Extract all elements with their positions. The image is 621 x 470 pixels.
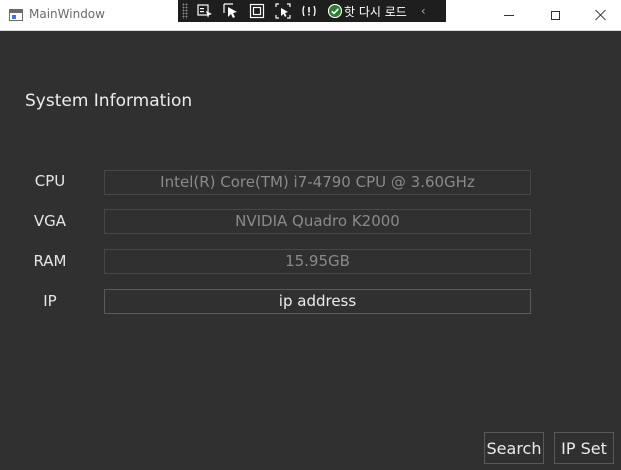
hot-reload-label: 핫 다시 로드 (344, 4, 407, 19)
layout-adorner-button[interactable] (246, 2, 268, 20)
track-focus-button[interactable] (272, 2, 294, 20)
binding-failures-button[interactable] (298, 2, 320, 20)
pointer-select-button[interactable] (220, 2, 242, 20)
minimize-icon (504, 14, 514, 16)
minimize-button[interactable] (486, 0, 532, 30)
ip-set-button[interactable]: IP Set (554, 432, 614, 464)
cpu-value-field: Intel(R) Core(TM) i7-4790 CPU @ 3.60GHz (104, 170, 531, 195)
pointer-select-icon (223, 3, 237, 18)
ip-address-field[interactable]: ip address (104, 289, 531, 314)
hot-reload-check-icon (328, 4, 342, 18)
select-visual-button[interactable] (194, 2, 216, 20)
collapse-chevron-icon[interactable]: ‹ (421, 4, 426, 18)
vga-label: VGA (33, 212, 67, 230)
track-focus-icon (275, 3, 291, 19)
app-window-icon (9, 9, 23, 21)
vga-value-field: NVIDIA Quadro K2000 (104, 209, 531, 234)
toolbar-grip[interactable] (182, 3, 188, 19)
binding-failures-icon (302, 5, 316, 17)
cpu-label: CPU (34, 172, 66, 190)
maximize-button[interactable] (532, 0, 578, 30)
ip-label: IP (43, 292, 57, 310)
close-icon (595, 9, 607, 21)
close-button[interactable] (578, 0, 621, 30)
maximize-icon (550, 10, 560, 20)
select-visual-icon (197, 4, 212, 18)
window-title: MainWindow (29, 7, 105, 21)
debug-toolbar: 핫 다시 로드 ‹ (178, 0, 446, 22)
ram-label: RAM (33, 252, 67, 270)
main-window: MainWindow 핫 다시 로드 ‹ System Information … (0, 0, 621, 470)
page-title: System Information (25, 91, 193, 111)
layout-adorner-icon (249, 3, 265, 19)
hot-reload-status[interactable]: 핫 다시 로드 (328, 3, 407, 20)
ram-value-field: 15.95GB (104, 249, 531, 274)
search-button[interactable]: Search (484, 432, 544, 464)
